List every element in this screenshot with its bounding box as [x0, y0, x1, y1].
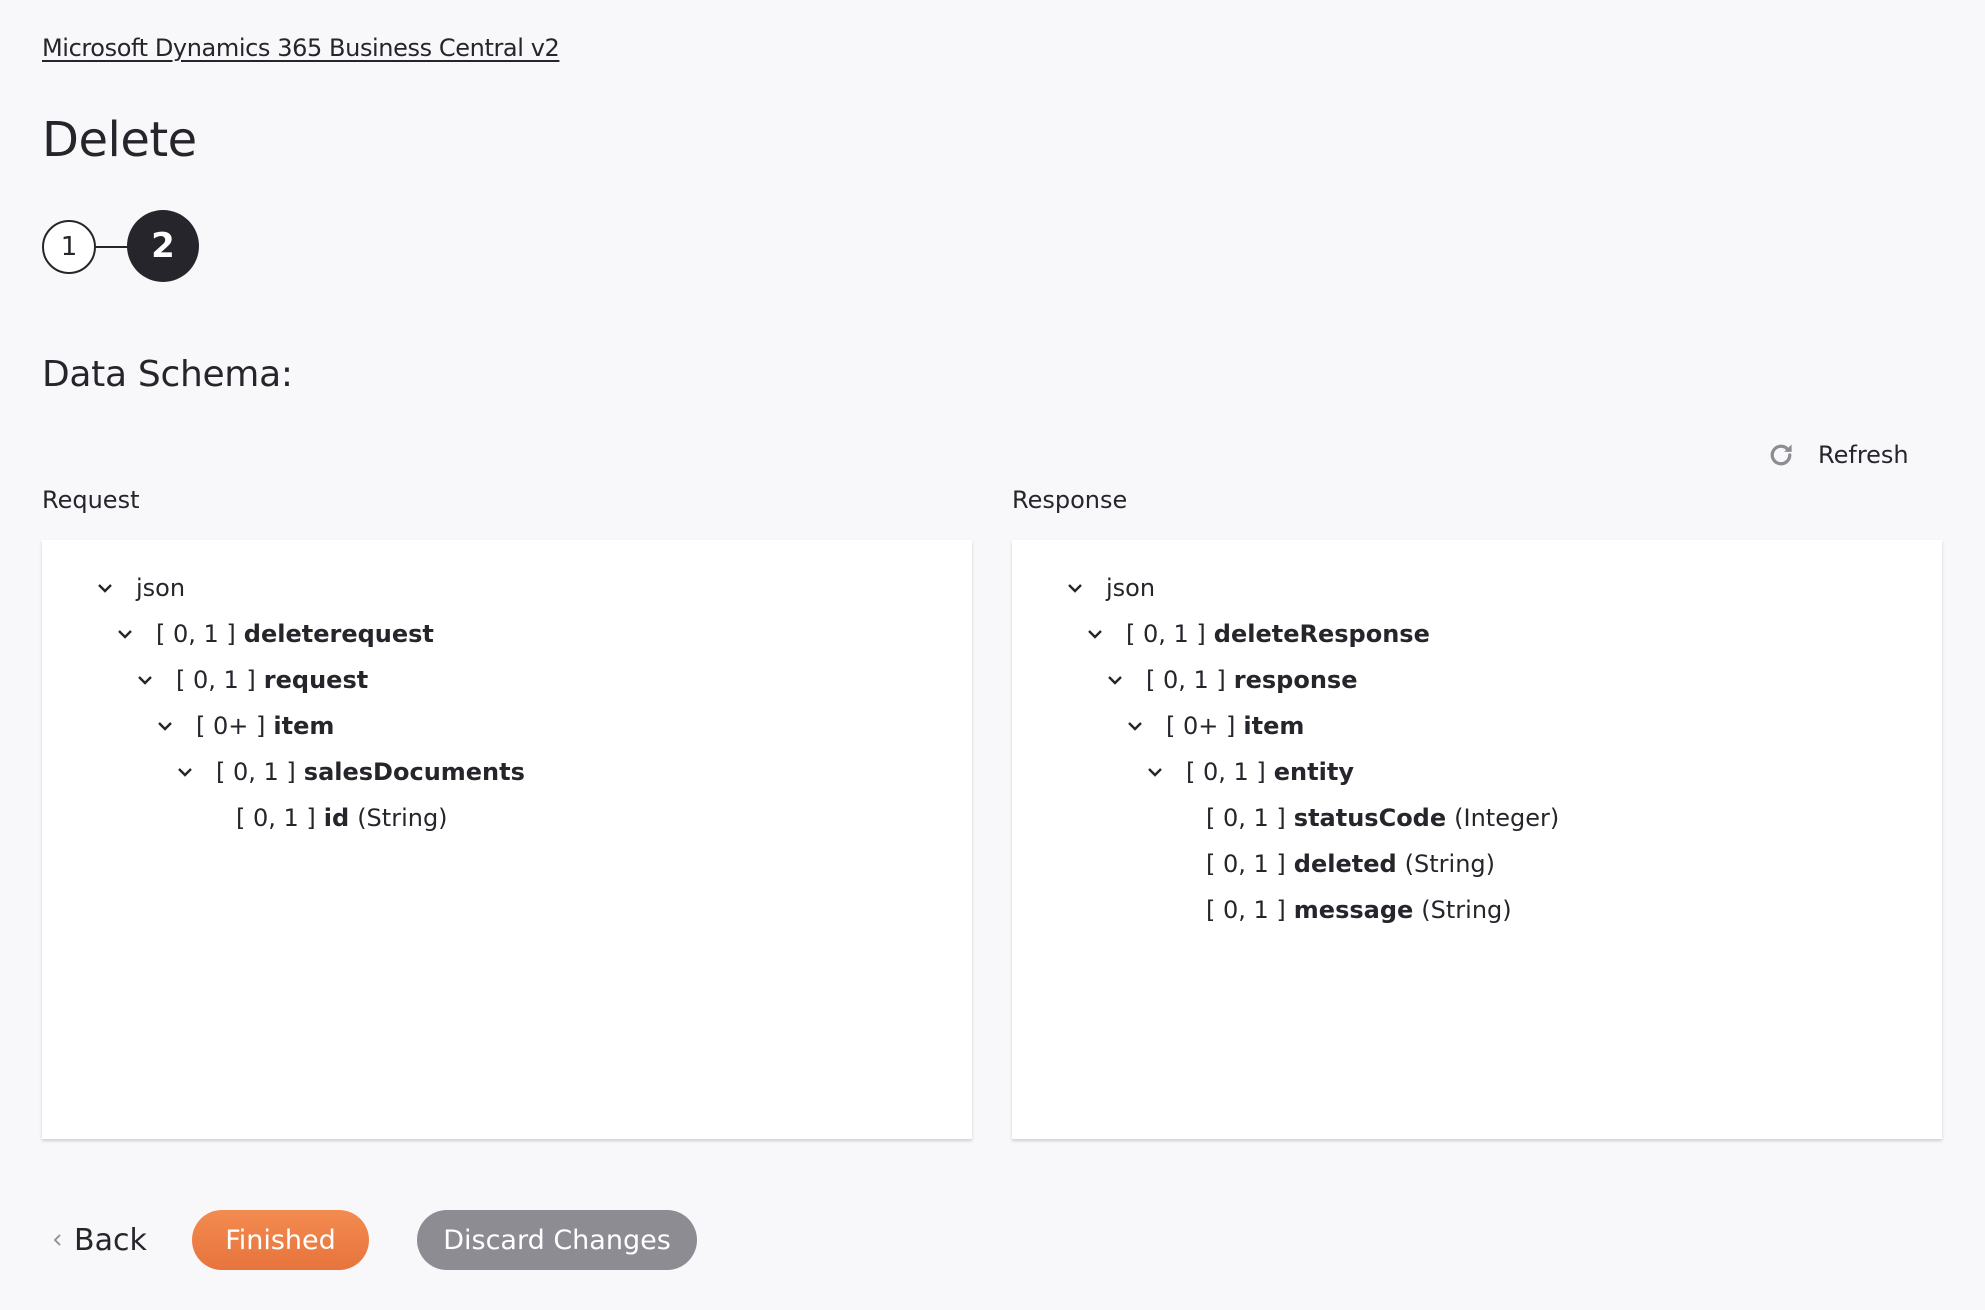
request-schema-panel: json[ 0, 1 ] deleterequest[ 0, 1 ] request…	[42, 540, 972, 1139]
schema-node[interactable]: [ 0, 1 ] salesDocuments	[174, 752, 525, 792]
cardinality: [ 0+ ]	[196, 712, 266, 740]
node-name: salesDocuments	[303, 758, 525, 786]
schema-node[interactable]: [ 0, 1 ] response	[1104, 660, 1358, 700]
chevron-down-icon[interactable]	[1144, 761, 1166, 783]
request-label: Request	[42, 486, 140, 514]
refresh-label: Refresh	[1818, 441, 1909, 469]
node-name: statusCode	[1293, 804, 1447, 832]
step-2-current[interactable]: 2	[127, 210, 199, 282]
refresh-icon	[1770, 444, 1792, 466]
chevron-down-icon[interactable]	[94, 577, 116, 599]
node-name: json	[136, 574, 186, 602]
cardinality: [ 0, 1 ]	[1206, 804, 1286, 832]
schema-node[interactable]: json	[94, 568, 185, 608]
node-name: id	[323, 804, 350, 832]
cardinality: [ 0, 1 ]	[1126, 620, 1206, 648]
refresh-button[interactable]: Refresh	[1766, 440, 1909, 470]
stepper: 1 2	[42, 210, 202, 282]
node-type: (String)	[1404, 850, 1496, 878]
schema-node[interactable]: json	[1064, 568, 1155, 608]
back-button[interactable]: Back	[52, 1210, 147, 1270]
schema-node[interactable]: [ 0, 1 ] statusCode (Integer)	[1206, 798, 1559, 838]
chevron-down-icon[interactable]	[1124, 715, 1146, 737]
cardinality: [ 0, 1 ]	[156, 620, 236, 648]
schema-node[interactable]: [ 0, 1 ] deleted (String)	[1206, 844, 1495, 884]
node-name: entity	[1273, 758, 1354, 786]
discard-changes-button[interactable]: Discard Changes	[417, 1210, 697, 1270]
page-title: Delete	[42, 112, 197, 168]
schema-node[interactable]: [ 0, 1 ] entity	[1144, 752, 1354, 792]
node-type: (String)	[1421, 896, 1512, 924]
chevron-down-icon[interactable]	[154, 715, 176, 737]
node-type: (String)	[357, 804, 448, 832]
schema-node[interactable]: [ 0, 1 ] message (String)	[1206, 890, 1512, 930]
node-name: item	[1243, 712, 1305, 740]
node-name: request	[263, 666, 369, 694]
node-name: response	[1233, 666, 1358, 694]
chevron-down-icon[interactable]	[134, 669, 156, 691]
node-name: item	[273, 712, 335, 740]
schema-node[interactable]: [ 0, 1 ] request	[134, 660, 368, 700]
chevron-down-icon[interactable]	[114, 623, 136, 645]
chevron-down-icon[interactable]	[1104, 669, 1126, 691]
schema-node[interactable]: [ 0+ ] item	[1124, 706, 1304, 746]
response-label: Response	[1012, 486, 1128, 514]
footer: Back Finished Discard Changes	[0, 1210, 1985, 1270]
chevron-down-icon[interactable]	[1084, 623, 1106, 645]
finished-button[interactable]: Finished	[192, 1210, 369, 1270]
chevron-down-icon[interactable]	[1064, 577, 1086, 599]
schema-node[interactable]: [ 0, 1 ] deleterequest	[114, 614, 434, 654]
back-label: Back	[74, 1222, 147, 1258]
schema-node[interactable]: [ 0, 1 ] deleteResponse	[1084, 614, 1430, 654]
cardinality: [ 0, 1 ]	[1206, 850, 1286, 878]
cardinality: [ 0, 1 ]	[216, 758, 296, 786]
cardinality: [ 0, 1 ]	[236, 804, 316, 832]
node-name: deleteResponse	[1213, 620, 1430, 648]
step-1[interactable]: 1	[42, 220, 96, 274]
cardinality: [ 0, 1 ]	[1146, 666, 1226, 694]
cardinality: [ 0+ ]	[1166, 712, 1236, 740]
step-connector	[96, 246, 130, 248]
node-name: json	[1106, 574, 1156, 602]
schema-node[interactable]: [ 0+ ] item	[154, 706, 334, 746]
chevron-left-icon	[53, 1234, 61, 1246]
node-name: message	[1293, 896, 1414, 924]
cardinality: [ 0, 1 ]	[1206, 896, 1286, 924]
chevron-down-icon[interactable]	[174, 761, 196, 783]
cardinality: [ 0, 1 ]	[1186, 758, 1266, 786]
node-name: deleterequest	[243, 620, 434, 648]
response-schema-panel: json[ 0, 1 ] deleteResponse[ 0, 1 ] respon…	[1012, 540, 1942, 1139]
node-name: deleted	[1293, 850, 1397, 878]
breadcrumb-link[interactable]: Microsoft Dynamics 365 Business Central …	[42, 34, 560, 62]
section-title: Data Schema:	[42, 354, 293, 395]
schema-node[interactable]: [ 0, 1 ] id (String)	[236, 798, 448, 838]
cardinality: [ 0, 1 ]	[176, 666, 256, 694]
node-type: (Integer)	[1454, 804, 1560, 832]
